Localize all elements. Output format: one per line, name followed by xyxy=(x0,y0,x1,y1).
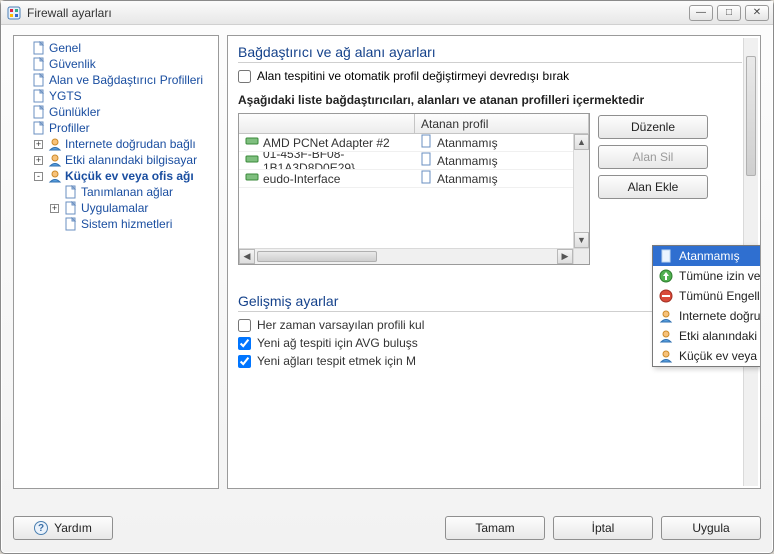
maximize-button[interactable]: □ xyxy=(717,5,741,21)
tree-profile-domain[interactable]: +Etki alanındaki bilgisayar xyxy=(34,152,216,168)
nav-tree[interactable]: Genel Güvenlik Alan ve Bağdaştırıcı Prof… xyxy=(13,35,219,489)
block-icon xyxy=(659,289,673,303)
tree-item-profiles[interactable]: Profiller xyxy=(18,120,216,136)
page-icon xyxy=(32,89,46,103)
user-icon xyxy=(659,349,673,363)
dropdown-item-block-all[interactable]: Tümünü Engelle xyxy=(653,286,761,306)
allow-icon xyxy=(659,269,673,283)
adv-avg-heuristic-label: Yeni ağ tespiti için AVG buluşs xyxy=(257,336,418,350)
tree-item-logs[interactable]: Günlükler xyxy=(18,104,216,120)
tree-child-system-services[interactable]: Sistem hizmetleri xyxy=(50,216,216,232)
adv-detect-new-checkbox[interactable] xyxy=(238,355,251,368)
help-button[interactable]: ? Yardım xyxy=(13,516,113,540)
page-icon xyxy=(64,201,78,215)
expand-icon[interactable]: + xyxy=(34,140,43,149)
user-icon xyxy=(659,329,673,343)
page-icon xyxy=(32,73,46,87)
dropdown-item-small-office[interactable]: Küçük ev veya ofis ağı xyxy=(653,346,761,366)
doc-icon xyxy=(419,134,433,151)
page-icon xyxy=(32,121,46,135)
grid-col-adapter[interactable] xyxy=(239,114,415,133)
table-row[interactable]: eudo-Interface Atanmamış xyxy=(239,170,573,188)
firewall-settings-window: Firewall ayarları — □ ✕ Genel Güvenlik A… xyxy=(0,0,774,554)
disable-detection-checkbox[interactable] xyxy=(238,70,251,83)
titlebar[interactable]: Firewall ayarları — □ ✕ xyxy=(1,1,773,25)
app-icon xyxy=(7,6,21,20)
expand-icon[interactable]: + xyxy=(50,204,59,213)
scroll-down-icon[interactable]: ▼ xyxy=(574,232,589,248)
adapter-icon xyxy=(245,152,259,169)
page-icon xyxy=(32,105,46,119)
user-icon xyxy=(48,153,62,167)
adapter-grid[interactable]: Atanan profil AMD PCNet Adapter #2 Atanm… xyxy=(238,113,590,265)
adv-default-profile-checkbox[interactable] xyxy=(238,319,251,332)
tree-child-applications[interactable]: +Uygulamalar xyxy=(50,200,216,216)
close-button[interactable]: ✕ xyxy=(745,5,769,21)
doc-icon xyxy=(659,249,673,263)
edit-button[interactable]: Düzenle xyxy=(598,115,708,139)
user-icon xyxy=(659,309,673,323)
disable-detection-label: Alan tespitini ve otomatik profil değişt… xyxy=(257,69,569,83)
cancel-button[interactable]: İptal xyxy=(553,516,653,540)
adv-detect-new-label: Yeni ağları tespit etmek için M xyxy=(257,354,416,368)
scroll-left-icon[interactable]: ◀ xyxy=(239,249,255,264)
tree-item-general[interactable]: Genel xyxy=(18,40,216,56)
tree-profile-small-office[interactable]: -Küçük ev veya ofis ağı xyxy=(34,168,216,184)
delete-area-button[interactable]: Alan Sil xyxy=(598,145,708,169)
table-row[interactable]: 01-453F-BF08-1B1A3D8D0E29} Atanmamış xyxy=(239,152,573,170)
user-icon xyxy=(48,137,62,151)
dialog-footer: ? Yardım Tamam İptal Uygula xyxy=(1,511,773,553)
tree-item-adapter-profiles[interactable]: Alan ve Bağdaştırıcı Profilleri xyxy=(18,72,216,88)
scroll-right-icon[interactable]: ▶ xyxy=(557,249,573,264)
dropdown-item-direct[interactable]: Internete doğrudan bağlı xyxy=(653,306,761,326)
adapter-icon xyxy=(245,170,259,187)
doc-icon xyxy=(419,170,433,187)
page-icon xyxy=(64,217,78,231)
adv-avg-heuristic-checkbox[interactable] xyxy=(238,337,251,350)
minimize-button[interactable]: — xyxy=(689,5,713,21)
ok-button[interactable]: Tamam xyxy=(445,516,545,540)
user-icon xyxy=(48,169,62,183)
adv-default-profile-label: Her zaman varsayılan profili kul xyxy=(257,318,424,332)
tree-profile-direct[interactable]: +Internete doğrudan bağlı xyxy=(34,136,216,152)
page-icon xyxy=(64,185,78,199)
doc-icon xyxy=(419,152,433,169)
window-title: Firewall ayarları xyxy=(27,6,689,20)
help-icon: ? xyxy=(34,521,48,535)
table-row[interactable]: AMD PCNet Adapter #2 Atanmamış xyxy=(239,134,573,152)
expand-icon[interactable]: + xyxy=(34,156,43,165)
grid-scroll-horizontal[interactable]: ◀ ▶ xyxy=(239,248,573,264)
add-area-button[interactable]: Alan Ekle xyxy=(598,175,708,199)
page-icon xyxy=(32,41,46,55)
grid-scroll-vertical[interactable]: ▲ ▼ xyxy=(573,134,589,248)
collapse-icon[interactable]: - xyxy=(34,172,43,181)
dropdown-item-domain[interactable]: Etki alanındaki bilgisayar xyxy=(653,326,761,346)
grid-col-profile[interactable]: Atanan profil xyxy=(415,114,589,133)
tree-item-ids[interactable]: YGTS xyxy=(18,88,216,104)
content-panel: Bağdaştırıcı ve ağ alanı ayarları Alan t… xyxy=(227,35,761,489)
section-heading-adapter: Bağdaştırıcı ve ağ alanı ayarları xyxy=(238,44,742,63)
scroll-up-icon[interactable]: ▲ xyxy=(574,134,589,150)
tree-item-security[interactable]: Güvenlik xyxy=(18,56,216,72)
apply-button[interactable]: Uygula xyxy=(661,516,761,540)
tree-child-defined-networks[interactable]: Tanımlanan ağlar xyxy=(50,184,216,200)
profile-dropdown[interactable]: Atanmamış Tümüne izin ver Tümünü Engelle… xyxy=(652,245,761,367)
list-subheading: Aşağıdaki liste bağdaştırıcıları, alanla… xyxy=(238,93,742,107)
dropdown-item-allow-all[interactable]: Tümüne izin ver xyxy=(653,266,761,286)
adapter-icon xyxy=(245,134,259,151)
dropdown-item-unassigned[interactable]: Atanmamış xyxy=(653,246,761,266)
page-icon xyxy=(32,57,46,71)
